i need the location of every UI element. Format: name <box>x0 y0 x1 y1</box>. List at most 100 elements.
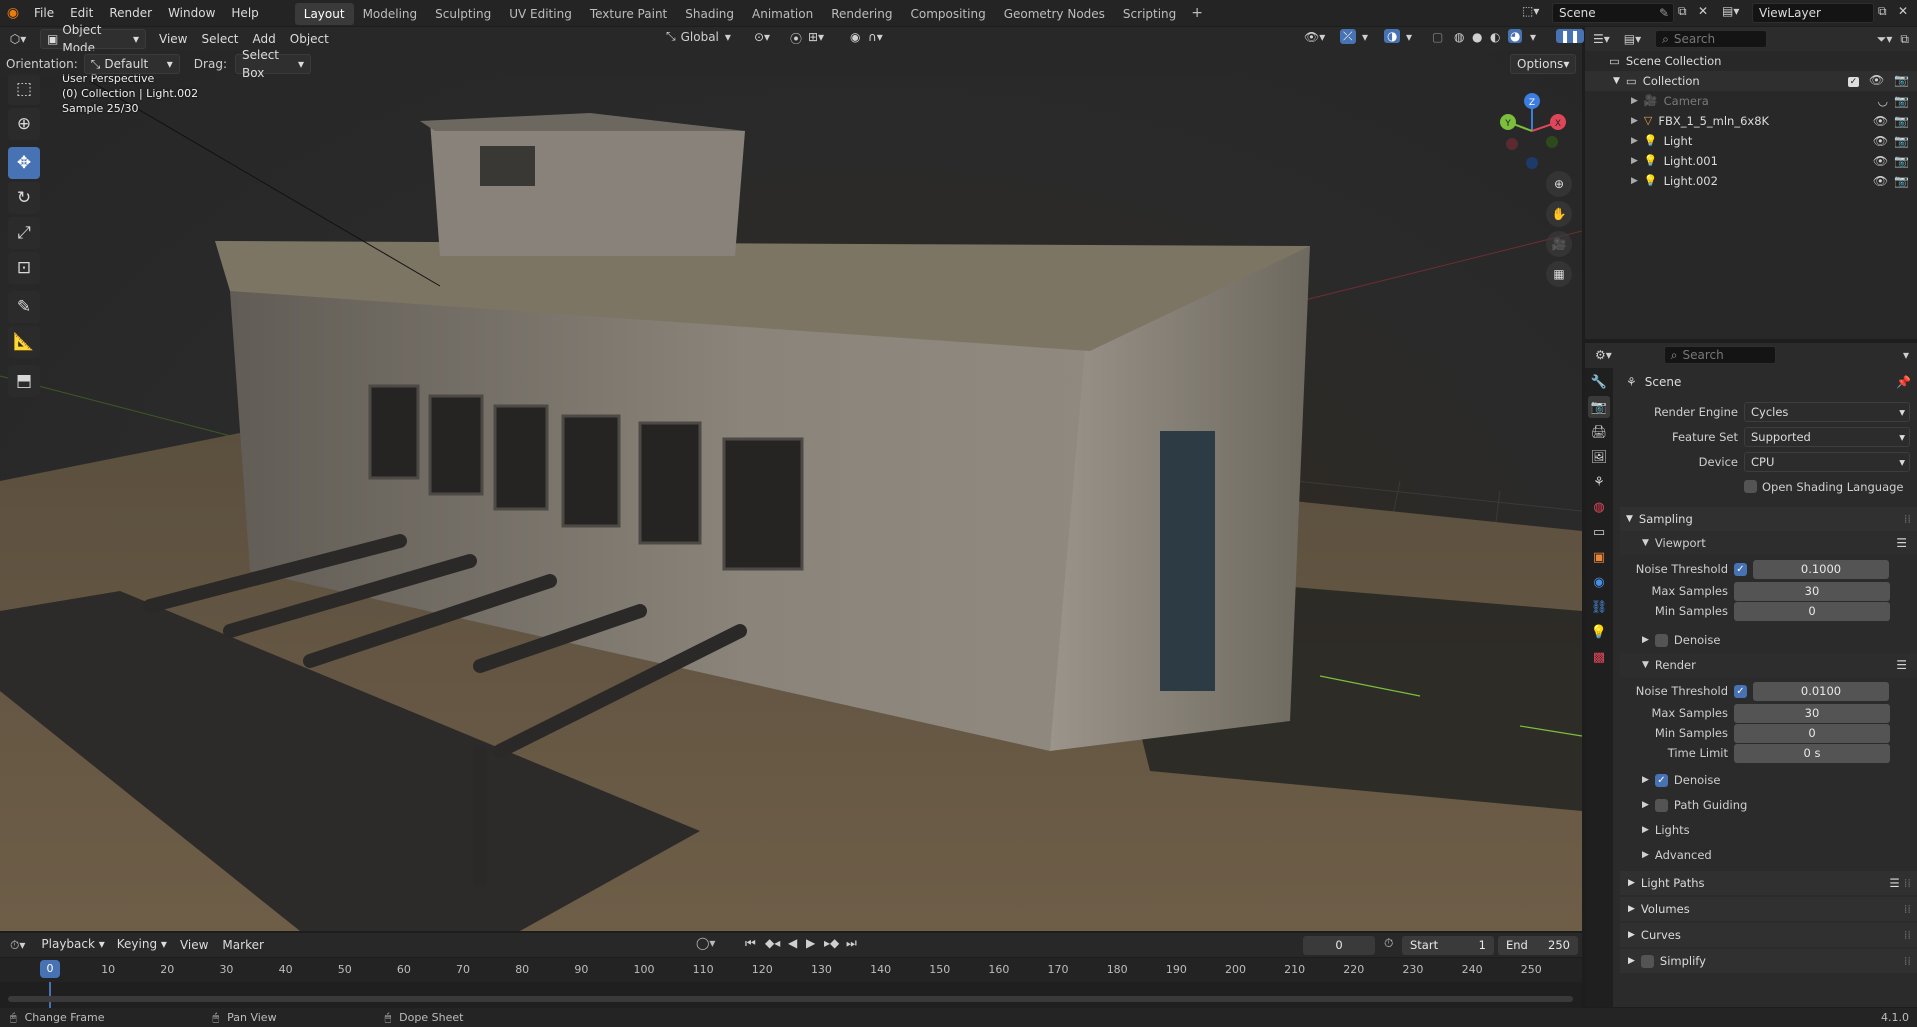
eye-icon[interactable]: 👁 <box>1873 114 1888 128</box>
r-time-limit-field[interactable]: 0 s <box>1734 743 1890 763</box>
timeline-editor-icon[interactable]: ⏱▾ <box>10 938 25 953</box>
move-icon[interactable]: ✥ <box>8 147 40 179</box>
chevron-down-icon[interactable]: ▼ <box>1613 71 1620 91</box>
menu-window[interactable]: Window <box>160 0 223 26</box>
properties-search-input[interactable]: ⌕ Search <box>1663 346 1776 364</box>
ortho-grid-icon[interactable]: ▦ <box>1546 261 1572 287</box>
add-workspace-icon[interactable]: + <box>1191 5 1203 21</box>
shading-rendered-icon[interactable]: ◕ <box>1508 29 1523 43</box>
tab-animation[interactable]: Animation <box>743 3 822 25</box>
cursor-icon[interactable]: ⊕ <box>8 108 40 140</box>
data-tab-icon[interactable]: 💡 <box>1588 621 1610 643</box>
eye-icon[interactable]: 👁 <box>1873 174 1888 188</box>
delete-scene-icon[interactable]: ✕ <box>1698 4 1708 18</box>
tab-texture-paint[interactable]: Texture Paint <box>581 3 676 25</box>
render-camera-icon[interactable]: 📷 <box>1894 154 1909 168</box>
render-subpanel-header[interactable]: ▼ Render ☰ <box>1620 653 1917 677</box>
light-paths-panel-header[interactable]: ▶ Light Paths ☰ ⁞⁞ <box>1620 871 1917 895</box>
menu-help[interactable]: Help <box>223 0 266 26</box>
scene-collection-row[interactable]: ▭ Scene Collection <box>1585 51 1917 71</box>
tab-layout[interactable]: Layout <box>294 3 354 25</box>
jump-end-icon[interactable]: ⏭ <box>846 936 857 951</box>
object-tab-icon[interactable]: ▣ <box>1588 546 1610 568</box>
options-chevron-icon[interactable]: ▾ <box>1903 348 1909 362</box>
record-icon[interactable]: ◯▾ <box>696 936 715 950</box>
constraints-tab-icon[interactable]: ⛓ <box>1588 596 1610 618</box>
tab-compositing[interactable]: Compositing <box>901 3 994 25</box>
view-layer-field[interactable]: ViewLayer <box>1752 3 1874 23</box>
render-camera-icon[interactable]: 📷 <box>1894 134 1909 148</box>
pivot-icon[interactable]: ⊙▾ <box>754 30 770 44</box>
new-scene-icon[interactable]: ⧉ <box>1678 4 1687 19</box>
advanced-subpanel-row[interactable]: ▶ Advanced <box>1620 842 1917 867</box>
scene-tab-icon[interactable]: ⚘ <box>1588 471 1610 493</box>
chevron-down-icon[interactable]: ▾ <box>1362 30 1368 44</box>
tab-modeling[interactable]: Modeling <box>354 3 427 25</box>
presets-list-icon[interactable]: ☰ <box>1896 658 1907 672</box>
scale-icon[interactable]: ⤢ <box>8 217 40 249</box>
feature-set-dropdown[interactable]: Supported ▾ <box>1744 426 1910 447</box>
new-collection-icon[interactable]: ⧉ <box>1900 32 1909 47</box>
mode-dropdown[interactable]: ▣ Object Mode ▾ <box>40 23 146 55</box>
timeline-scrollbar[interactable] <box>8 996 1573 1002</box>
pause-render-icon[interactable]: ❚❚ <box>1556 29 1585 43</box>
properties-editor-icon[interactable]: ⚙▾ <box>1595 348 1612 362</box>
chevron-right-icon[interactable]: ▶ <box>1631 111 1638 131</box>
view-layer-selector-icon[interactable]: ▤▾ <box>1722 4 1739 18</box>
device-dropdown[interactable]: CPU ▾ <box>1744 451 1910 472</box>
render-camera-icon[interactable]: 📷 <box>1894 174 1909 188</box>
curves-panel-header[interactable]: ▶ Curves ⁞⁞ <box>1620 923 1917 947</box>
playhead[interactable]: 0 <box>40 960 60 978</box>
outliner-item[interactable]: ▶ ▽ FBX_1_5_mln_6x8K 👁 📷 <box>1585 111 1917 131</box>
blender-logo-icon[interactable]: ◉ <box>0 5 26 21</box>
falloff-icon[interactable]: ∩▾ <box>868 30 883 44</box>
tab-scripting[interactable]: Scripting <box>1114 3 1185 25</box>
drag-handle-icon[interactable]: ⁞⁞ <box>1904 871 1911 895</box>
pin-icon[interactable]: ✎ <box>1659 4 1669 22</box>
menu-file[interactable]: File <box>26 0 62 26</box>
measure-icon[interactable]: 📐 <box>8 326 40 358</box>
add-cube-icon[interactable]: ⬒ <box>8 365 40 397</box>
jump-start-icon[interactable]: ⏮ <box>745 936 756 951</box>
scene-name-field[interactable]: Scene ✎ <box>1552 3 1674 23</box>
tab-uv-editing[interactable]: UV Editing <box>500 3 581 25</box>
outliner-item[interactable]: ▶ 💡 Light.002 👁 📷 <box>1585 171 1917 191</box>
chevron-right-icon[interactable]: ▶ <box>1631 91 1638 111</box>
prev-keyframe-icon[interactable]: ◆◂ <box>765 936 780 950</box>
drag-handle-icon[interactable]: ⁞⁞ <box>1904 507 1911 531</box>
drag-dropdown[interactable]: Select Box ▾ <box>234 48 311 80</box>
select-box-icon[interactable]: ⬚ <box>8 73 40 105</box>
sampling-panel-header[interactable]: ▼ Sampling ⁞⁞ <box>1620 507 1917 531</box>
rotate-icon[interactable]: ↻ <box>8 182 40 214</box>
world-tab-icon[interactable]: ◍ <box>1588 496 1610 518</box>
texture-tab-icon[interactable]: ▩ <box>1588 646 1610 668</box>
proportional-edit-icon[interactable]: ◉ <box>850 30 860 44</box>
play-icon[interactable]: ▶ <box>806 936 815 950</box>
collection-row[interactable]: ▼ ▭ Collection ✓ 👁 📷 <box>1585 71 1917 91</box>
camera-view-icon[interactable]: 🎥 <box>1546 231 1572 257</box>
outliner-editor-icon[interactable]: ☰▾ <box>1593 32 1610 46</box>
timeline-ruler[interactable]: 10 20 30 40 50 60 70 80 90 100 110 120 130 140 150 160 1… <box>0 958 1582 982</box>
eye-icon[interactable]: ◡ <box>1878 94 1888 108</box>
render-engine-dropdown[interactable]: Cycles ▾ <box>1744 401 1910 422</box>
r-denoise-checkbox[interactable]: ✓ <box>1654 773 1668 787</box>
playback-menu[interactable]: Playback ▾ <box>35 935 110 955</box>
presets-list-icon[interactable]: ☰ <box>1889 871 1899 895</box>
outliner-item[interactable]: ▶ 💡 Light 👁 📷 <box>1585 131 1917 151</box>
drag-handle-icon[interactable]: ⁞⁞ <box>1904 897 1911 921</box>
start-frame-field[interactable]: Start 1 <box>1402 936 1494 955</box>
pin-icon[interactable]: 📌 <box>1896 375 1911 389</box>
chevron-right-icon[interactable]: ▶ <box>1631 171 1638 191</box>
chevron-right-icon[interactable]: ▶ <box>1631 131 1638 151</box>
annotate-icon[interactable]: ✎ <box>8 291 40 323</box>
eye-icon[interactable]: 👁 <box>1869 73 1884 87</box>
vp-max-samples-field[interactable]: 30 <box>1734 581 1890 601</box>
snap-icon[interactable]: ⦿ <box>790 30 802 47</box>
tab-geometry-nodes[interactable]: Geometry Nodes <box>995 3 1114 25</box>
output-tab-icon[interactable]: 🖨 <box>1588 421 1610 443</box>
path-guiding-row[interactable]: ▶ Path Guiding <box>1620 793 1917 817</box>
delete-view-layer-icon[interactable]: ✕ <box>1898 4 1908 18</box>
timeline-view-menu[interactable]: View <box>173 935 215 955</box>
shading-wireframe-icon[interactable]: ◍ <box>1454 30 1464 44</box>
overlay-toggle-icon[interactable]: ◑ <box>1384 29 1401 43</box>
